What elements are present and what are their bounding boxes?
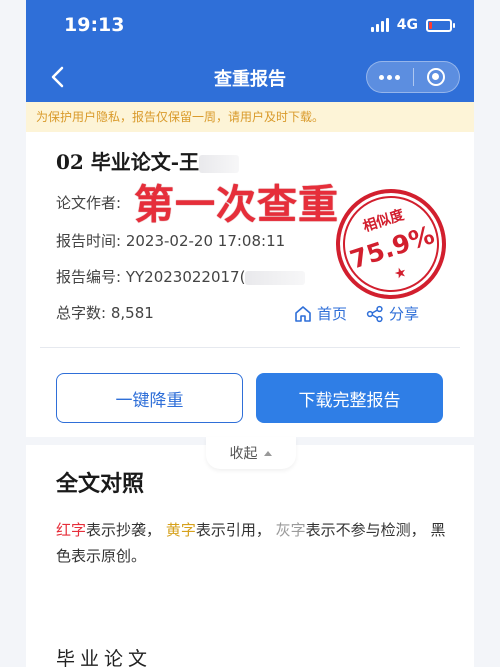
more-dots-icon bbox=[379, 74, 385, 80]
report-title: 02 毕业论文-王 bbox=[56, 146, 240, 175]
reduce-duplication-button[interactable]: 一键降重 bbox=[56, 373, 243, 423]
legend-gray-desc: 表示不参与检测， bbox=[305, 521, 426, 539]
legend-yellow: 黄字 bbox=[165, 521, 196, 539]
author-label: 论文作者: bbox=[56, 194, 122, 212]
legend-red: 红字 bbox=[56, 521, 87, 539]
target-close-icon bbox=[427, 68, 446, 86]
more-button[interactable] bbox=[367, 74, 413, 80]
home-link[interactable]: 首页 bbox=[294, 303, 347, 324]
download-report-button[interactable]: 下载完整报告 bbox=[256, 373, 443, 423]
report-time-row: 报告时间: 2023-02-20 17:08:11 bbox=[56, 230, 285, 251]
status-bar: 19:13 4G bbox=[26, 0, 474, 52]
battery-icon bbox=[426, 18, 455, 32]
collapse-label: 收起 bbox=[229, 446, 258, 462]
share-link[interactable]: 分享 bbox=[366, 303, 419, 324]
author-row: 论文作者: bbox=[56, 192, 121, 213]
redacted-number bbox=[245, 270, 306, 285]
status-time: 19:13 bbox=[64, 14, 125, 36]
home-label: 首页 bbox=[317, 305, 348, 323]
report-number-value: YY2023022017( bbox=[125, 268, 246, 286]
redacted-name bbox=[199, 154, 240, 173]
share-icon bbox=[366, 305, 383, 322]
mini-program-capsule bbox=[366, 61, 460, 93]
home-icon bbox=[295, 305, 311, 322]
word-count-label: 总字数: bbox=[56, 304, 107, 322]
divider bbox=[40, 347, 460, 348]
legend-yellow-desc: 表示引用， bbox=[195, 521, 271, 539]
report-time-value: 2023-02-20 17:08:11 bbox=[125, 232, 286, 250]
report-number-row: 报告编号: YY2023022017( bbox=[56, 266, 306, 287]
color-legend: 红字表示抄袭， 黄字表示引用， 灰字表示不参与检测， 黑色表示原创。 bbox=[56, 517, 456, 569]
privacy-notice: 为保护用户隐私，报告仅保留一周，请用户及时下载。 bbox=[26, 102, 474, 132]
document-title: 毕业论文 bbox=[56, 648, 153, 667]
signal-icon bbox=[370, 18, 389, 32]
word-count-row: 总字数: 8,581 bbox=[56, 302, 154, 323]
report-number-label: 报告编号: bbox=[56, 268, 122, 286]
report-card: 02 毕业论文-王 论文作者: 报告时间: 2023-02-20 17:08:1… bbox=[26, 132, 474, 437]
word-count-value: 8,581 bbox=[110, 304, 154, 322]
similarity-seal: 相似度 75.9% ★ bbox=[321, 174, 461, 314]
share-label: 分享 bbox=[389, 305, 420, 323]
network-type: 4G bbox=[396, 17, 418, 33]
collapse-toggle[interactable]: 收起 bbox=[206, 437, 296, 469]
legend-red-desc: 表示抄袭， bbox=[86, 521, 162, 539]
nav-bar: 查重报告 bbox=[26, 52, 474, 102]
phone-screen: 19:13 4G 查重报告 为保护用户隐私，报告仅保留一周，请用户及时下载。 0… bbox=[26, 0, 474, 667]
report-time-label: 报告时间: bbox=[56, 232, 122, 250]
caret-up-icon bbox=[263, 451, 272, 456]
comparison-title: 全文对照 bbox=[56, 472, 145, 497]
report-title-text: 02 毕业论文-王 bbox=[56, 150, 200, 174]
first-check-stamp: 第一次查重 bbox=[134, 182, 339, 228]
battery-level bbox=[429, 21, 432, 29]
legend-gray: 灰字 bbox=[275, 521, 306, 539]
status-indicators: 4G bbox=[370, 17, 455, 33]
close-button[interactable] bbox=[413, 68, 459, 86]
